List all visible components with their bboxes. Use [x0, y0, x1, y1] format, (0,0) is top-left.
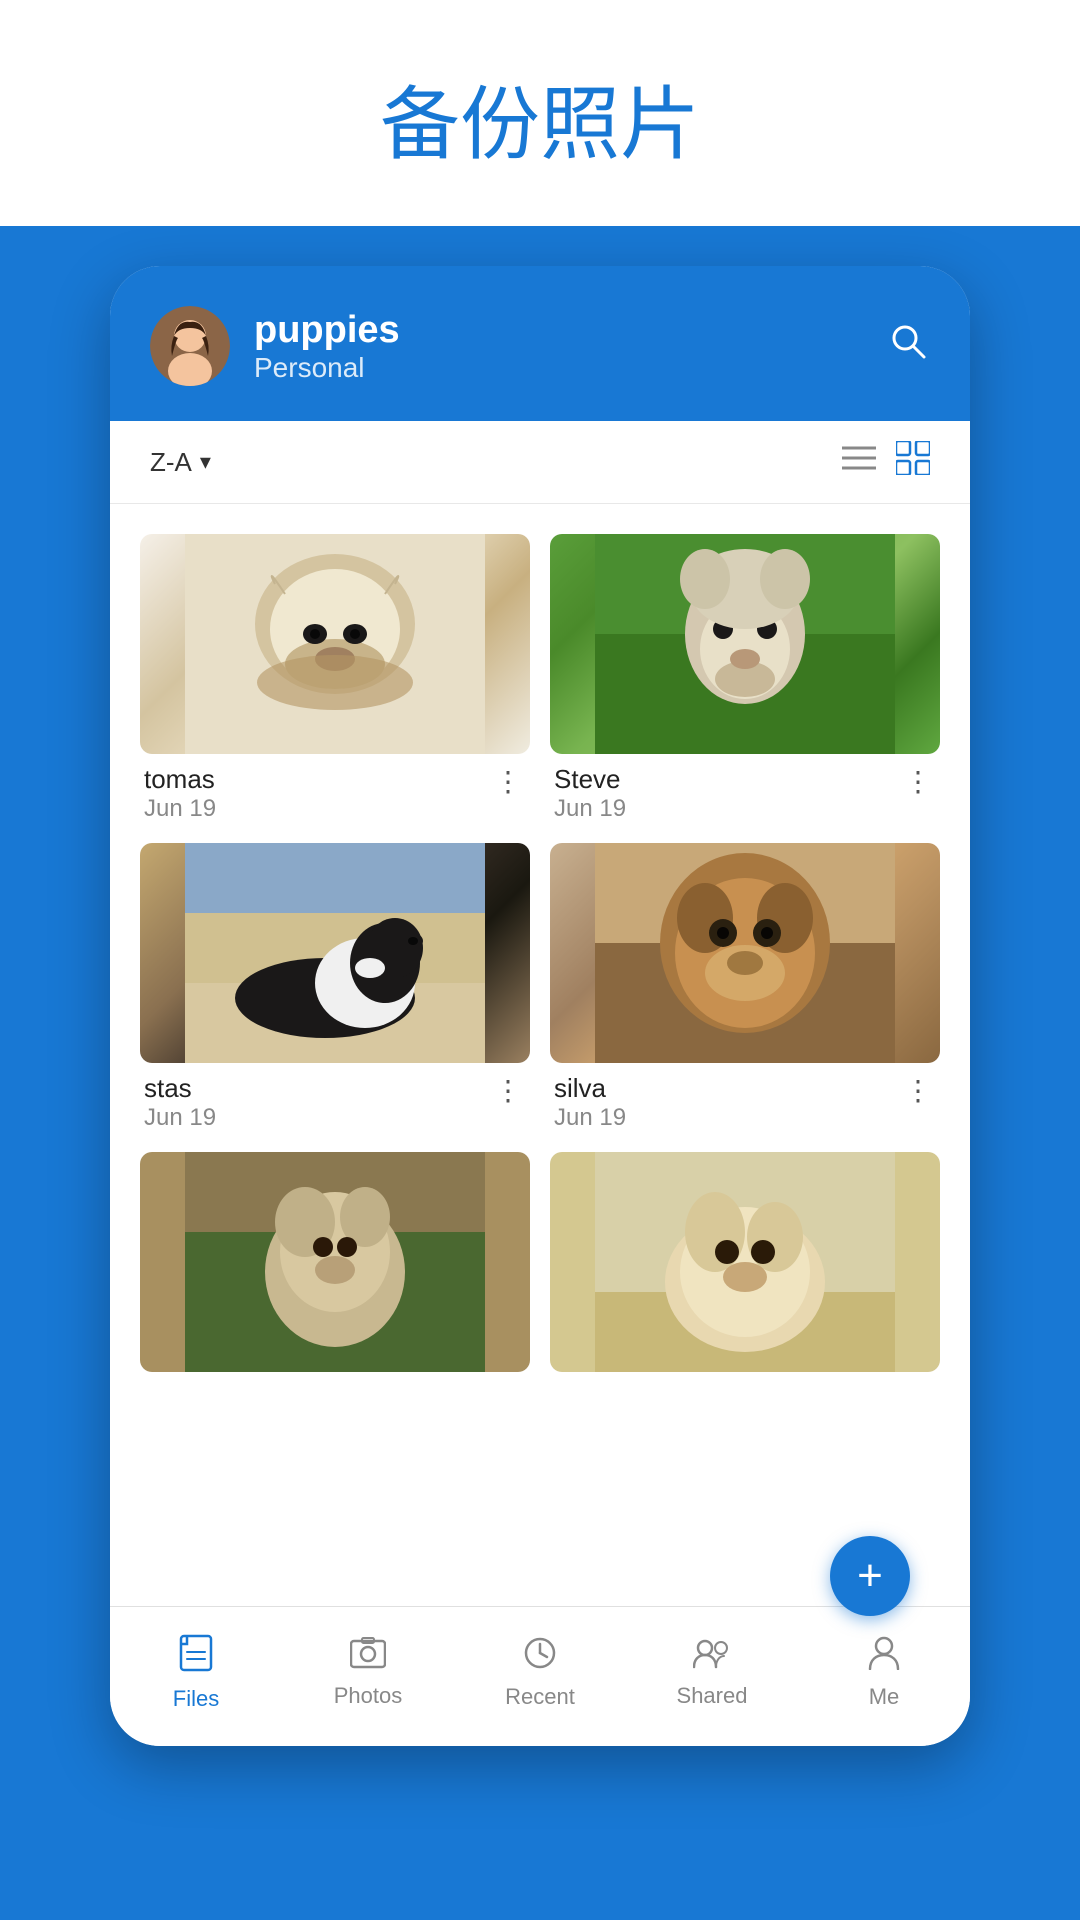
app-header: puppies Personal [110, 266, 970, 421]
nav-recent-label: Recent [505, 1684, 575, 1710]
search-button[interactable] [886, 319, 930, 374]
file-card: tomas Jun 19 ⋮ [140, 534, 530, 823]
file-meta: tomas Jun 19 [144, 764, 216, 823]
file-name: tomas [144, 764, 216, 795]
recent-icon [523, 1636, 557, 1676]
file-meta: silva Jun 19 [554, 1073, 626, 1132]
file-meta: Steve Jun 19 [554, 764, 626, 823]
file-thumbnail[interactable] [140, 843, 530, 1063]
content-area: tomas Jun 19 ⋮ [110, 504, 970, 1606]
more-options-button[interactable]: ⋮ [490, 1073, 526, 1109]
list-view-icon[interactable] [842, 443, 876, 481]
more-options-button[interactable]: ⋮ [490, 764, 526, 800]
file-thumbnail[interactable] [550, 1152, 940, 1372]
file-card [140, 1152, 530, 1372]
file-thumbnail[interactable] [550, 534, 940, 754]
file-name: silva [554, 1073, 626, 1104]
header-folder-type: Personal [254, 352, 862, 384]
nav-me-label: Me [869, 1684, 900, 1710]
file-thumbnail[interactable] [140, 534, 530, 754]
file-card: silva Jun 19 ⋮ [550, 843, 940, 1132]
header-folder-name: puppies [254, 309, 862, 352]
file-name: stas [144, 1073, 216, 1104]
more-options-button[interactable]: ⋮ [900, 1073, 936, 1109]
file-name: Steve [554, 764, 626, 795]
sort-selector[interactable]: Z-A ▾ [150, 447, 211, 478]
file-card: Steve Jun 19 ⋮ [550, 534, 940, 823]
header-text: puppies Personal [254, 309, 862, 384]
files-grid: tomas Jun 19 ⋮ [140, 534, 940, 1372]
file-card: stas Jun 19 ⋮ [140, 843, 530, 1132]
chevron-down-icon: ▾ [200, 449, 211, 475]
file-thumbnail[interactable] [550, 843, 940, 1063]
nav-files-label: Files [173, 1686, 219, 1712]
phone-mockup: puppies Personal Z-A ▾ [110, 266, 970, 1746]
shared-icon [693, 1637, 731, 1675]
file-info: stas Jun 19 ⋮ [140, 1063, 530, 1132]
file-date: Jun 19 [554, 795, 626, 823]
bottom-nav: Files Photos [110, 1606, 970, 1746]
file-thumbnail[interactable] [140, 1152, 530, 1372]
nav-files[interactable]: Files [110, 1627, 282, 1718]
file-info: Steve Jun 19 ⋮ [550, 754, 940, 823]
view-toggle [842, 441, 930, 483]
file-info: silva Jun 19 ⋮ [550, 1063, 940, 1132]
photos-icon [350, 1637, 386, 1675]
files-icon [179, 1634, 213, 1678]
top-area: 备份照片 [0, 0, 1080, 226]
file-meta: stas Jun 19 [144, 1073, 216, 1132]
nav-photos-label: Photos [334, 1683, 403, 1709]
file-date: Jun 19 [144, 1104, 216, 1132]
sort-label-text: Z-A [150, 447, 192, 478]
add-file-button[interactable]: + [830, 1536, 910, 1616]
file-card [550, 1152, 940, 1372]
me-icon [868, 1636, 900, 1676]
file-date: Jun 19 [144, 795, 216, 823]
nav-me[interactable]: Me [798, 1627, 970, 1718]
nav-photos[interactable]: Photos [282, 1627, 454, 1718]
sort-bar: Z-A ▾ [110, 421, 970, 504]
file-date: Jun 19 [554, 1104, 626, 1132]
grid-view-icon[interactable] [896, 441, 930, 483]
nav-recent[interactable]: Recent [454, 1627, 626, 1718]
more-options-button[interactable]: ⋮ [900, 764, 936, 800]
page-title: 备份照片 [0, 60, 1080, 176]
avatar [150, 306, 230, 386]
nav-shared[interactable]: Shared [626, 1627, 798, 1718]
file-info: tomas Jun 19 ⋮ [140, 754, 530, 823]
nav-shared-label: Shared [677, 1683, 748, 1709]
